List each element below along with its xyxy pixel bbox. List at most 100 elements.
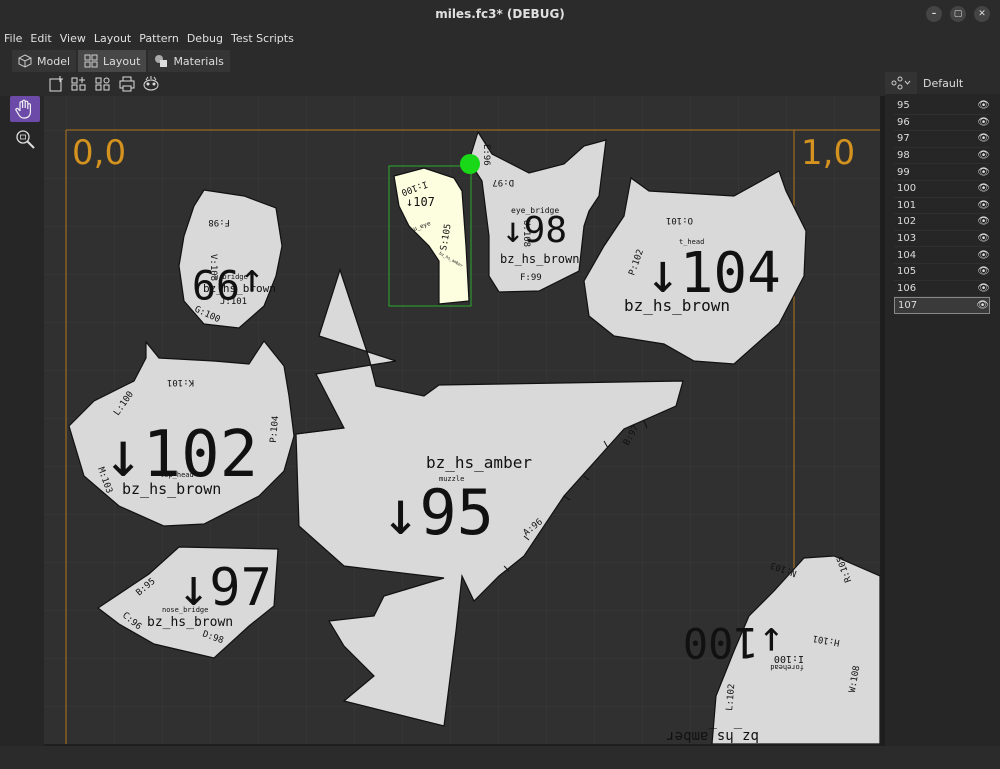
grid-gear-icon	[95, 77, 110, 91]
tool-strip	[0, 96, 44, 746]
piece-102-name: top_head	[160, 471, 194, 479]
layer-label: 106	[897, 282, 917, 294]
layers-panel: Default 95 👁 96 👁 97 👁 98 👁 99 👁 100 👁 101 👁 10…	[885, 72, 1000, 746]
tab-materials[interactable]: Materials	[148, 50, 230, 72]
layer-item[interactable]: 101 👁	[894, 198, 990, 215]
layer-label: 100	[897, 183, 917, 195]
hand-tool[interactable]	[10, 96, 40, 122]
nodes-icon	[891, 76, 911, 90]
tab-layout[interactable]: Layout	[78, 50, 147, 72]
layer-label: 98	[897, 150, 910, 162]
tab-layout-label: Layout	[103, 54, 141, 68]
eye-icon[interactable]: 👁	[977, 200, 990, 211]
close-icon[interactable]: ✕	[974, 6, 990, 22]
layer-item[interactable]: 104 👁	[894, 247, 990, 264]
layer-label: 101	[897, 199, 917, 211]
piece-98-edge-f: F:99	[520, 273, 542, 283]
layout-toolbar	[0, 72, 885, 96]
menu-debug[interactable]: Debug	[183, 32, 227, 45]
layer-item[interactable]: 95 👁	[894, 98, 990, 115]
add-page-icon	[49, 76, 63, 92]
layer-item[interactable]: 103 👁	[894, 231, 990, 248]
eye-icon[interactable]: 👁	[977, 250, 990, 261]
eye-icon[interactable]: 👁	[977, 283, 990, 294]
page-corner-left: 0,0	[72, 133, 126, 173]
eye-icon[interactable]: 👁	[977, 150, 990, 161]
layer-label: 104	[897, 249, 917, 261]
layer-item[interactable]: 105 👁	[894, 264, 990, 281]
page-corner-right: 1,0	[801, 133, 855, 173]
eye-icon[interactable]: 👁	[977, 183, 990, 194]
layer-list: 95 👁 96 👁 97 👁 98 👁 99 👁 100 👁 101 👁 102 👁 103 👁 …	[885, 98, 1000, 315]
piece-102-material: bz_hs_brown	[122, 480, 221, 498]
add-grid-button[interactable]	[69, 74, 89, 94]
piece-98-edge-u: U:108	[521, 220, 531, 247]
piece-104-edge-o: O:101	[666, 215, 693, 225]
layout-grid-icon	[84, 54, 98, 68]
arrange-settings-button[interactable]	[93, 74, 113, 94]
layer-item[interactable]: 96 👁	[894, 115, 990, 132]
piece-102-edge-k: K:101	[167, 377, 194, 387]
layer-item[interactable]: 106 👁	[894, 281, 990, 298]
piece-99-name: u_bridge	[214, 273, 248, 281]
group-selector-button[interactable]	[885, 72, 917, 94]
eye-icon[interactable]: 👁	[977, 266, 990, 277]
menu-edit[interactable]: Edit	[26, 32, 55, 45]
piece-98-material: bz_hs_brown	[500, 252, 579, 266]
menu-bar: File Edit View Layout Pattern Debug Test…	[0, 28, 1000, 48]
materials-icon	[155, 55, 168, 67]
layer-label: 102	[897, 216, 917, 228]
zoom-tool[interactable]	[10, 126, 40, 152]
add-grid-icon	[71, 77, 86, 91]
menu-test-scripts[interactable]: Test Scripts	[227, 32, 298, 45]
mode-tabs: Model Layout Materials	[0, 48, 1000, 72]
layer-item[interactable]: 102 👁	[894, 214, 990, 231]
piece-99-edge-j: J:101	[220, 297, 247, 307]
piece-98-number: ↓98	[502, 210, 567, 251]
layer-item[interactable]: 100 👁	[894, 181, 990, 198]
eye-icon[interactable]: 👁	[977, 100, 990, 111]
add-page-button[interactable]	[46, 74, 66, 94]
layer-label: 99	[897, 166, 910, 178]
layer-label: 96	[897, 116, 910, 128]
layer-item-selected[interactable]: 107 👁	[894, 297, 990, 315]
menu-file[interactable]: File	[0, 32, 26, 45]
piece-104-material: bz_hs_brown	[624, 296, 730, 315]
piece-95-number: ↓95	[382, 476, 494, 549]
cube-icon	[18, 54, 32, 68]
rotate-handle[interactable]	[460, 154, 480, 174]
layer-label: 97	[897, 133, 910, 145]
mask-icon	[143, 76, 159, 91]
eye-icon[interactable]: 👁	[976, 300, 989, 311]
eye-icon[interactable]: 👁	[977, 133, 990, 144]
layer-item[interactable]: 99 👁	[894, 164, 990, 181]
piece-99-edge-f: F:98	[208, 217, 230, 227]
menu-pattern[interactable]: Pattern	[135, 32, 183, 45]
layout-canvas[interactable]: 0,0 1,0 bz_hs_amber muzzle ↓95 A:96 B:97…	[44, 96, 880, 744]
window-title: miles.fc3* (DEBUG)	[435, 7, 565, 21]
status-bar	[0, 746, 1000, 769]
menu-view[interactable]: View	[56, 32, 90, 45]
piece-98-edge-e: E:96	[481, 144, 491, 166]
preset-name[interactable]: Default	[919, 77, 963, 90]
menu-layout[interactable]: Layout	[90, 32, 135, 45]
minimize-icon[interactable]: –	[926, 6, 942, 22]
mask-button[interactable]	[141, 74, 161, 94]
maximize-icon[interactable]: ▢	[950, 6, 966, 22]
layer-label: 107	[898, 300, 918, 312]
tab-model[interactable]: Model	[12, 50, 77, 72]
layer-item[interactable]: 97 👁	[894, 131, 990, 148]
print-button[interactable]	[117, 74, 137, 94]
layer-label: 105	[897, 266, 917, 278]
piece-97-material: bz_hs_brown	[147, 615, 233, 630]
printer-icon	[119, 76, 135, 92]
piece-98-edge-d: D:97	[492, 177, 514, 187]
layer-item[interactable]: 98 👁	[894, 148, 990, 165]
eye-icon[interactable]: 👁	[977, 216, 990, 227]
eye-icon[interactable]: 👁	[977, 117, 990, 128]
hand-icon	[15, 99, 31, 119]
eye-icon[interactable]: 👁	[977, 167, 990, 178]
piece-100-number: ↓100	[683, 618, 784, 667]
eye-icon[interactable]: 👁	[977, 233, 990, 244]
piece-100-material: bz_hs_amber	[666, 728, 759, 744]
